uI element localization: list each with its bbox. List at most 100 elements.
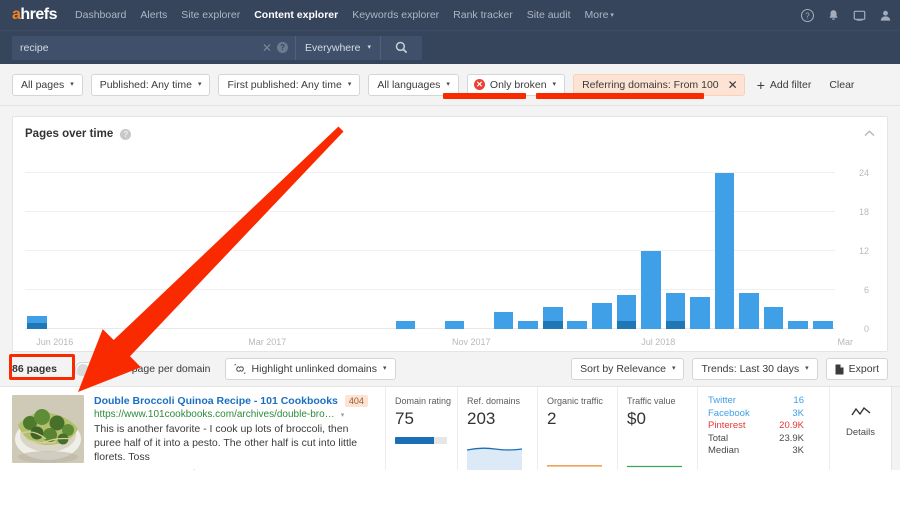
chart-bar[interactable] [617, 295, 637, 329]
collapse-chevron-up-icon[interactable] [864, 129, 875, 140]
result-url[interactable]: https://www.101cookbooks.com/archives/do… [94, 409, 375, 420]
result-thumbnail[interactable] [12, 395, 84, 463]
search-bar: ✕ ? Everywhere ▾ [0, 30, 900, 64]
chart-gridline [25, 172, 835, 173]
ahrefs-logo[interactable]: ahrefs [12, 7, 57, 23]
chart-x-tick-label: Jul 2018 [641, 337, 675, 347]
chart-bar[interactable] [788, 321, 808, 329]
help-icon[interactable]: ? [801, 9, 814, 22]
chart-x-tick-label: Mar 2017 [248, 337, 286, 347]
filter-first-published[interactable]: First published: Any time ▾ [218, 74, 360, 96]
chevron-down-icon: ▾ [610, 12, 614, 19]
social-count: 3K [792, 408, 804, 421]
pages-over-time-card: Pages over time ? 06121824 Jun 2016Mar 2… [12, 116, 888, 352]
chart-bar[interactable] [592, 303, 612, 329]
chevron-down-icon: ▾ [446, 80, 450, 88]
svg-text:?: ? [805, 11, 810, 20]
nav-item-alerts[interactable]: Alerts [140, 9, 167, 21]
nav-item-site-audit[interactable]: Site audit [527, 9, 571, 21]
filter-bar: All pages ▾ Published: Any time ▾ First … [0, 64, 900, 106]
chart-bar[interactable] [641, 251, 661, 329]
pages-over-time-chart: 06121824 Jun 2016Mar 2017Nov 2017Jul 201… [25, 146, 875, 351]
nav-item-label: Rank tracker [453, 9, 513, 21]
chevron-down-icon[interactable]: ▾ [341, 411, 345, 419]
results-toolbar: 86 pages One page per domain Highlight u… [0, 352, 900, 386]
results-list: Double Broccoli Quinoa Recipe - 101 Cook… [0, 386, 900, 470]
chart-bar-overlay [543, 321, 563, 329]
clear-filters-button[interactable]: Clear [829, 79, 854, 91]
trends-dropdown[interactable]: Trends: Last 30 days ▾ [692, 358, 817, 380]
result-description: This is another favorite - I cook up lot… [94, 422, 375, 464]
social-name: Median [708, 445, 739, 458]
result-title-link[interactable]: Double Broccoli Quinoa Recipe - 101 Cook… [94, 395, 338, 407]
chart-y-tick-label: 12 [841, 246, 869, 256]
export-button[interactable]: Export [826, 358, 888, 380]
chart-bar[interactable] [739, 293, 759, 329]
nav-item-dashboard[interactable]: Dashboard [75, 9, 126, 21]
chart-bar[interactable] [764, 307, 784, 329]
one-page-per-domain-toggle[interactable] [75, 362, 101, 376]
metric-value: 203 [467, 409, 537, 429]
chart-y-tick-label: 6 [841, 285, 869, 295]
search-submit-button[interactable] [380, 36, 422, 60]
social-shares: Twitter 16 Facebook 3K Pinterest 20.9K T… [697, 387, 829, 470]
bell-icon[interactable] [827, 9, 840, 22]
filter-label: First published: Any time [227, 79, 341, 91]
nav-item-label: Dashboard [75, 9, 126, 21]
chart-gridline [25, 289, 835, 290]
nav-item-rank-tracker[interactable]: Rank tracker [453, 9, 513, 21]
social-row-median: Median 3K [708, 445, 804, 458]
nav-item-content-explorer[interactable]: Content explorer [254, 9, 338, 21]
chart-bar[interactable] [567, 321, 587, 329]
details-button[interactable]: Details [829, 387, 891, 470]
chart-bar-overlay [27, 323, 47, 329]
chart-bar[interactable] [543, 307, 563, 329]
chart-bar[interactable] [494, 312, 514, 329]
filter-published[interactable]: Published: Any time ▾ [91, 74, 211, 96]
clear-search-icon[interactable]: ✕ [257, 42, 277, 54]
scrollbar[interactable] [891, 387, 900, 470]
nav-item-keywords-explorer[interactable]: Keywords explorer [352, 9, 439, 21]
chart-bar[interactable] [690, 297, 710, 329]
file-icon [835, 364, 844, 375]
chevron-down-icon: ▾ [383, 364, 387, 372]
search-scope-dropdown[interactable]: Everywhere ▾ [295, 36, 380, 60]
chart-bar[interactable] [445, 321, 465, 329]
nav-items: Dashboard Alerts Site explorer Content e… [75, 9, 614, 21]
traffic-value-sparkline [627, 444, 682, 470]
add-filter-label: Add filter [770, 79, 811, 91]
info-icon[interactable]: ? [120, 129, 131, 140]
organic-traffic-sparkline [547, 444, 602, 470]
filter-label: All languages [377, 79, 440, 91]
filter-label: Only broken [490, 79, 547, 91]
top-navigation-bar: ahrefs Dashboard Alerts Site explorer Co… [0, 0, 900, 30]
chart-bar[interactable] [27, 316, 47, 329]
nav-item-more[interactable]: More▾ [584, 9, 613, 21]
filter-all-pages[interactable]: All pages ▾ [12, 74, 83, 96]
chart-gridline [25, 328, 835, 329]
highlight-unlinked-domains-dropdown[interactable]: Highlight unlinked domains ▾ [225, 358, 396, 380]
close-icon[interactable]: ✕ [728, 79, 738, 91]
search-input[interactable] [12, 36, 257, 60]
status-badge: 404 [345, 395, 368, 407]
nav-item-site-explorer[interactable]: Site explorer [181, 9, 240, 21]
chart-bar[interactable] [518, 321, 538, 329]
chart-bar[interactable] [813, 321, 833, 329]
monitor-icon[interactable] [853, 9, 866, 22]
social-count: 20.9K [779, 420, 804, 433]
broken-link-icon [234, 364, 246, 374]
social-count: 3K [792, 445, 804, 458]
add-filter-button[interactable]: + Add filter [757, 77, 812, 93]
annotation-underline-only-broken [443, 93, 526, 99]
search-help-icon[interactable]: ? [277, 42, 288, 53]
metric-organic-traffic: Organic traffic 2 [537, 387, 617, 470]
chart-bar[interactable] [396, 321, 416, 329]
nav-item-label: Keywords explorer [352, 9, 439, 21]
chart-bar[interactable] [666, 293, 686, 329]
social-name: Total [708, 433, 728, 446]
search-control: ✕ ? Everywhere ▾ [12, 36, 422, 60]
sort-dropdown[interactable]: Sort by Relevance ▾ [571, 358, 684, 380]
chart-bar[interactable] [715, 173, 735, 329]
chart-y-tick-label: 24 [841, 168, 869, 178]
user-icon[interactable] [879, 9, 892, 22]
